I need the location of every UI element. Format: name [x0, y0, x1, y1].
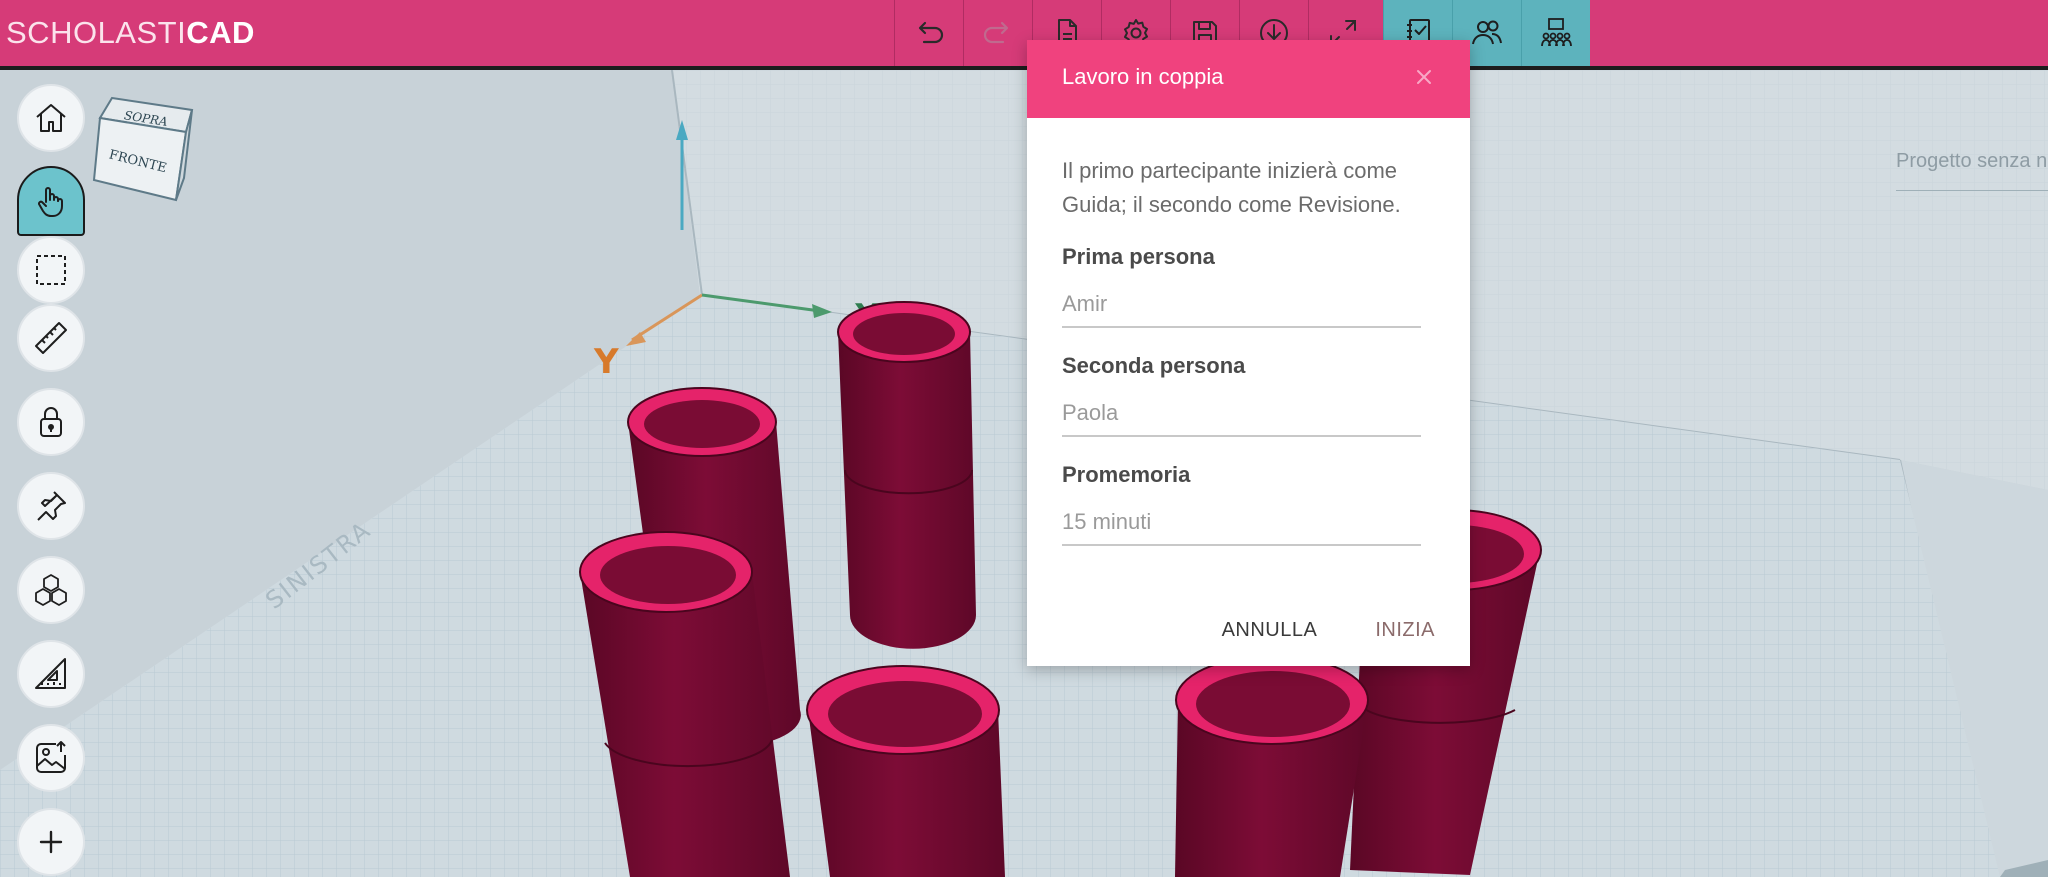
start-button[interactable]: INIZIA — [1375, 619, 1435, 642]
lock-tool-button[interactable] — [17, 388, 85, 456]
dialog-actions: ANNULLA INIZIA — [1222, 619, 1435, 642]
cylinder[interactable] — [837, 301, 976, 649]
app-logo: SCHOLASTICAD — [6, 15, 255, 50]
group-tool-button[interactable] — [17, 556, 85, 624]
pair-users-icon — [1472, 20, 1502, 45]
pan-hand-icon — [38, 187, 63, 217]
axis-y-label: Y — [593, 342, 619, 382]
classroom-button[interactable] — [1521, 0, 1590, 66]
reminder-input[interactable] — [1062, 500, 1421, 546]
close-icon[interactable] — [1413, 66, 1435, 88]
3d-viewport[interactable]: X Y SINISTRA — [0, 70, 2048, 877]
dialog-title: Lavoro in coppia — [1062, 64, 1224, 89]
redo-button[interactable] — [963, 0, 1032, 66]
cylinder[interactable] — [806, 665, 1005, 877]
reminder-label: Promemoria — [1062, 462, 1191, 487]
dialog-description: Il primo partecipante inizierà come Guid… — [1062, 158, 1401, 217]
blocks-icon — [35, 574, 67, 606]
pin-tool-button[interactable] — [17, 472, 85, 540]
top-bar: SCHOLASTICAD — [0, 0, 2048, 70]
ruler-icon — [35, 322, 67, 354]
undo-icon — [918, 21, 944, 44]
pan-tool-button[interactable] — [17, 166, 85, 236]
add-button[interactable] — [17, 808, 85, 876]
project-name-field[interactable]: Progetto senza nome — [1896, 150, 2048, 191]
dialog-header: Lavoro in coppia — [1027, 40, 1470, 118]
classroom-icon — [1541, 18, 1572, 47]
select-tool-button[interactable] — [17, 236, 85, 304]
pin-icon — [37, 491, 66, 521]
image-upload-icon — [36, 741, 66, 773]
lock-icon — [40, 407, 62, 437]
pair-work-dialog: Lavoro in coppia Il primo partecipante i… — [1027, 40, 1470, 666]
scene-canvas[interactable]: X Y SINISTRA — [0, 70, 2048, 877]
dialog-body: Il primo partecipante inizierà come Guid… — [1027, 154, 1470, 546]
image-upload-button[interactable] — [17, 724, 85, 792]
cylinder[interactable] — [1175, 655, 1369, 877]
home-icon — [36, 104, 66, 132]
cancel-button[interactable]: ANNULLA — [1222, 619, 1318, 642]
view-cube[interactable]: SOPRA FRONTE — [92, 92, 202, 202]
select-box-icon — [36, 255, 66, 285]
first-person-label: Prima persona — [1062, 244, 1215, 269]
ruler-tool-button[interactable] — [17, 304, 85, 372]
first-person-input[interactable] — [1062, 282, 1421, 328]
set-square-icon — [35, 658, 66, 689]
redo-icon — [983, 21, 1009, 44]
home-button[interactable] — [17, 84, 85, 152]
measure-tool-button[interactable] — [17, 640, 85, 708]
add-icon — [39, 830, 63, 854]
second-person-input[interactable] — [1062, 391, 1421, 437]
second-person-label: Seconda persona — [1062, 353, 1246, 378]
undo-button[interactable] — [894, 0, 963, 66]
